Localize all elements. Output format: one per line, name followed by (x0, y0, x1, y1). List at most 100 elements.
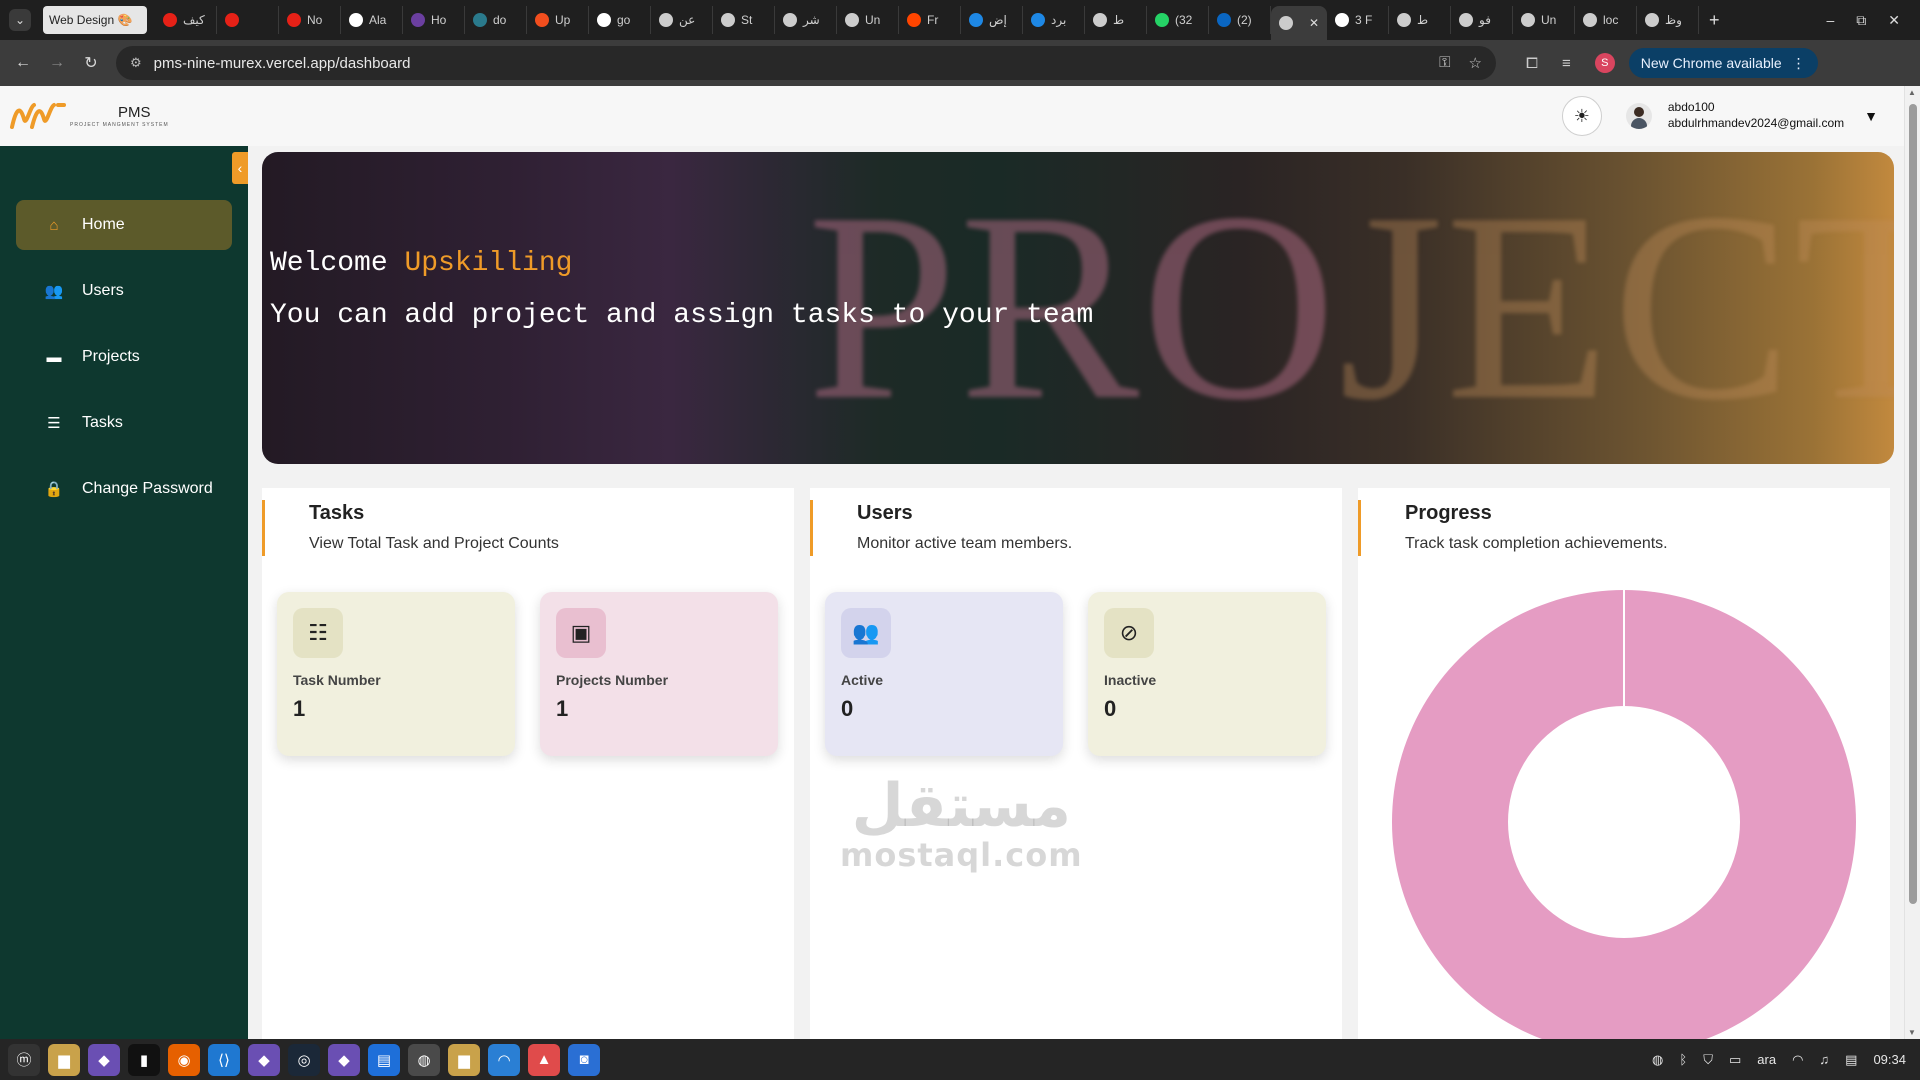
password-key-icon[interactable]: ⚿ (1439, 54, 1450, 72)
browser-tab[interactable]: وظ (1637, 6, 1699, 34)
profile-avatar[interactable]: S (1594, 53, 1615, 73)
scroll-down-icon[interactable]: ▼ (1908, 1028, 1916, 1037)
tab-title: برد (1051, 13, 1067, 27)
browser-tab[interactable]: Un (1513, 6, 1575, 34)
browser-tab[interactable]: Up (527, 6, 589, 34)
logo-mark-icon (10, 103, 66, 129)
keyboard-layout[interactable]: ara (1757, 1052, 1776, 1067)
taskbar-files-icon[interactable]: ▆ (448, 1043, 480, 1076)
tab-group-web-design[interactable]: Web Design 🎨 (43, 6, 147, 34)
browser-tab[interactable]: loc (1575, 6, 1637, 34)
browser-tab[interactable]: go (589, 6, 651, 34)
new-tab-button[interactable]: + (1709, 10, 1720, 31)
sidebar-item-change-password[interactable]: 🔒 Change Password (16, 464, 232, 514)
pms-logo[interactable]: PMS PROJECT MANGMENT SYSTEM (8, 99, 169, 133)
user-menu-caret-icon[interactable]: ▼ (1864, 108, 1878, 124)
shield-icon[interactable]: ⛉ (1703, 1052, 1713, 1068)
tab-favicon-icon (1459, 13, 1473, 27)
theme-toggle-button[interactable]: ☀ (1561, 96, 1602, 136)
back-icon[interactable]: ← (6, 54, 40, 72)
taskbar-chrome-icon[interactable]: ◍ (408, 1043, 440, 1076)
browser-tab[interactable]: 3 F (1327, 6, 1389, 34)
scroll-up-icon[interactable]: ▲ (1908, 88, 1916, 97)
tasks-panel: Tasks View Total Task and Project Counts… (262, 488, 794, 1039)
more-menu-icon[interactable]: ⋮ (1792, 55, 1806, 72)
bookmark-star-icon[interactable]: ☆ (1469, 54, 1482, 72)
browser-tab[interactable]: إض (961, 6, 1023, 34)
wifi-icon[interactable]: ◠ (1792, 1052, 1803, 1068)
browser-tab[interactable]: شر (775, 6, 837, 34)
page-scrollbar[interactable]: ▲ ▼ (1904, 86, 1920, 1039)
taskbar-steam-icon[interactable]: ◎ (288, 1043, 320, 1076)
browser-tab[interactable]: كيف (155, 6, 217, 34)
tab-favicon-icon (1583, 13, 1597, 27)
browser-tab[interactable]: Fr (899, 6, 961, 34)
tab-search-button[interactable]: ⌄ (9, 9, 31, 31)
browser-tab-active[interactable]: ✕ (1271, 6, 1327, 40)
whatsapp-tray-icon[interactable]: ◍ (1652, 1052, 1663, 1068)
os-taskbar: ⓜ ▆ ◆ ▮ ◉ ⟨⟩ ◆ ◎ ◆ ▤ ◍ ▆ ◠ ▲ ◙ ◍ ᛒ ⛉ ▭ ara ◠ ♫ ▤ 09:34 (0, 1039, 1920, 1080)
browser-tab[interactable]: do (465, 6, 527, 34)
clock[interactable]: 09:34 (1873, 1052, 1906, 1067)
taskbar-app-icon[interactable]: ◆ (88, 1043, 120, 1076)
media-queue-icon[interactable]: ≡ (1562, 55, 1571, 72)
reload-icon[interactable]: ↻ (74, 53, 108, 73)
tab-title: Un (1541, 13, 1557, 27)
progress-panel-title: Progress (1405, 502, 1492, 524)
extensions-icon[interactable]: ⧠ (1526, 55, 1538, 72)
window-controls: – ⧉ ✕ (1826, 12, 1900, 29)
address-bar[interactable]: ⚙ pms-nine-murex.vercel.app/dashboard ⚿ … (116, 46, 1496, 80)
taskbar-terminal-icon[interactable]: ▮ (128, 1043, 160, 1076)
minimize-icon[interactable]: – (1826, 12, 1834, 29)
browser-tab[interactable]: ط (1389, 6, 1451, 34)
watermark-arabic: مستقل (851, 771, 1072, 841)
browser-tab[interactable]: فو (1451, 6, 1513, 34)
sidebar-item-projects[interactable]: ▬ Projects (16, 332, 232, 382)
active-users-card[interactable]: 👥 Active 0 (825, 592, 1063, 756)
tab-title: عن (679, 13, 696, 27)
taskbar-app-icon[interactable]: ◆ (328, 1043, 360, 1076)
browser-tab[interactable]: ط (1085, 6, 1147, 34)
browser-tab[interactable]: Ala (341, 6, 403, 34)
bluetooth-icon[interactable]: ᛒ (1679, 1052, 1687, 1067)
taskbar-menu-icon[interactable]: ⓜ (8, 1043, 40, 1076)
browser-tab[interactable]: (32 (1147, 6, 1209, 34)
site-info-icon[interactable]: ⚙ (130, 55, 142, 71)
forward-icon[interactable]: → (40, 54, 74, 72)
taskbar-image-icon[interactable]: ▲ (528, 1043, 560, 1076)
new-chrome-available-button[interactable]: New Chrome available ⋮ (1628, 48, 1818, 78)
welcome-word: Welcome (270, 248, 388, 279)
browser-tab[interactable]: Ho (403, 6, 465, 34)
sidebar-item-tasks[interactable]: ☰ Tasks (16, 398, 232, 448)
browser-tab[interactable]: Un (837, 6, 899, 34)
taskbar-app-icon[interactable]: ◆ (248, 1043, 280, 1076)
taskbar-wifi-icon[interactable]: ◠ (488, 1043, 520, 1076)
restore-icon[interactable]: ⧉ (1856, 12, 1866, 29)
scroll-thumb[interactable] (1909, 104, 1917, 904)
battery-icon[interactable]: ▭ (1729, 1052, 1741, 1068)
sidebar-item-users[interactable]: 👥 Users (16, 266, 232, 316)
browser-tab[interactable]: No (279, 6, 341, 34)
user-info[interactable]: abdo100 abdulrhmandev2024@gmail.com (1668, 100, 1844, 131)
sidebar-item-label: Users (82, 282, 124, 299)
browser-tab[interactable]: برد (1023, 6, 1085, 34)
browser-tab[interactable]: عن (651, 6, 713, 34)
sidebar-item-home[interactable]: ⌂ Home (16, 200, 232, 250)
sound-icon[interactable]: ♫ (1819, 1052, 1829, 1067)
taskbar-files-icon[interactable]: ▆ (48, 1043, 80, 1076)
browser-tab[interactable]: St (713, 6, 775, 34)
taskbar-camera-icon[interactable]: ◙ (568, 1043, 600, 1076)
taskbar-writer-icon[interactable]: ▤ (368, 1043, 400, 1076)
clipboard-icon[interactable]: ▤ (1845, 1052, 1857, 1068)
close-window-icon[interactable]: ✕ (1888, 12, 1900, 29)
tab-close-icon[interactable]: ✕ (1309, 16, 1319, 30)
user-avatar[interactable] (1625, 103, 1652, 129)
sidebar-collapse-button[interactable]: ‹ (232, 152, 248, 184)
taskbar-vscode-icon[interactable]: ⟨⟩ (208, 1043, 240, 1076)
task-number-card[interactable]: ☷ Task Number 1 (277, 592, 515, 756)
browser-tab[interactable] (217, 6, 279, 34)
inactive-users-card[interactable]: ⊘ Inactive 0 (1088, 592, 1326, 756)
taskbar-firefox-icon[interactable]: ◉ (168, 1043, 200, 1076)
projects-number-card[interactable]: ▣ Projects Number 1 (540, 592, 778, 756)
browser-tab[interactable]: (2) (1209, 6, 1271, 34)
